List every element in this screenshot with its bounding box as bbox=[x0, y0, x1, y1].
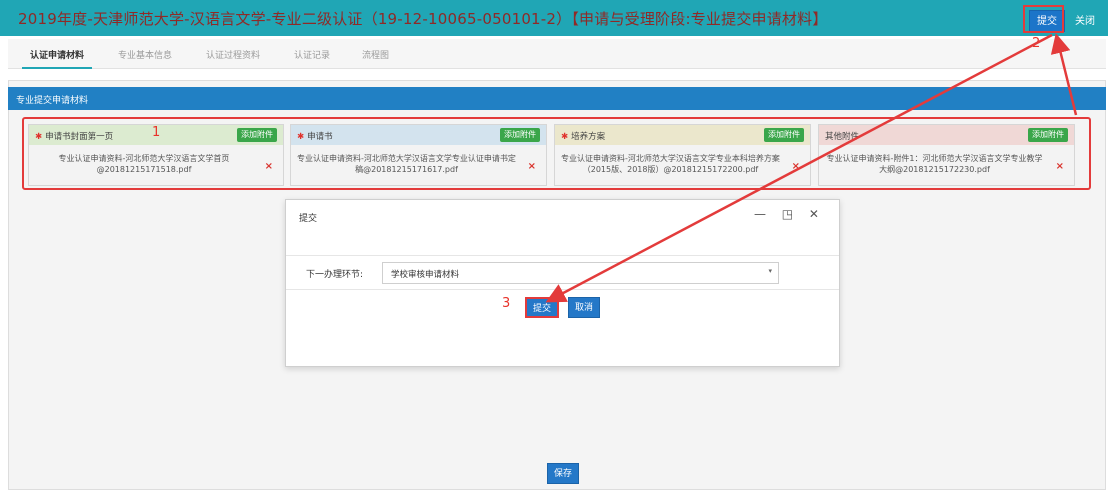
tab-bar: 认证申请材料 专业基本信息 认证过程资料 认证记录 流程图 bbox=[8, 39, 1106, 69]
next-step-select[interactable]: 学校审核申请材料 ▾ bbox=[382, 262, 779, 284]
tab-process-materials[interactable]: 认证过程资料 bbox=[206, 48, 260, 61]
highlight-submit-top bbox=[1023, 5, 1064, 33]
highlight-attachments bbox=[22, 117, 1091, 190]
tab-records[interactable]: 认证记录 bbox=[294, 48, 330, 61]
panel-header: 专业提交申请材料 bbox=[8, 87, 1106, 110]
dialog-window-controls[interactable]: — ◳ ✕ bbox=[754, 207, 825, 221]
select-value: 学校审核申请材料 bbox=[391, 270, 460, 280]
dialog-title: 提交 bbox=[299, 214, 318, 224]
annotation-number-3: 3 bbox=[502, 296, 511, 311]
panel-title: 专业提交申请材料 bbox=[16, 96, 89, 106]
next-step-label: 下一办理环节: bbox=[306, 270, 364, 280]
dialog-cancel-button[interactable]: 取消 bbox=[568, 297, 601, 318]
chevron-down-icon: ▾ bbox=[768, 267, 772, 275]
annotation-number-1: 1 bbox=[152, 125, 161, 140]
divider bbox=[286, 289, 839, 290]
dialog-submit-button[interactable]: 提交 bbox=[525, 297, 560, 318]
page-title: 2019年度-天津师范大学-汉语言文学-专业二级认证（19-12-10065-0… bbox=[18, 10, 828, 28]
divider bbox=[286, 255, 839, 256]
annotation-number-2: 2 bbox=[1032, 36, 1041, 51]
submit-dialog: 提交 — ◳ ✕ 下一办理环节: 学校审核申请材料 ▾ 提交 取消 bbox=[285, 199, 840, 367]
close-button-top[interactable]: 关闭 bbox=[1067, 10, 1103, 32]
top-bar: 2019年度-天津师范大学-汉语言文学-专业二级认证（19-12-10065-0… bbox=[0, 0, 1108, 36]
tab-flowchart[interactable]: 流程图 bbox=[362, 48, 389, 61]
active-tab-indicator bbox=[22, 67, 92, 69]
save-button[interactable]: 保存 bbox=[547, 463, 580, 484]
tab-application-materials[interactable]: 认证申请材料 bbox=[30, 48, 84, 61]
tab-basic-info[interactable]: 专业基本信息 bbox=[118, 48, 172, 61]
